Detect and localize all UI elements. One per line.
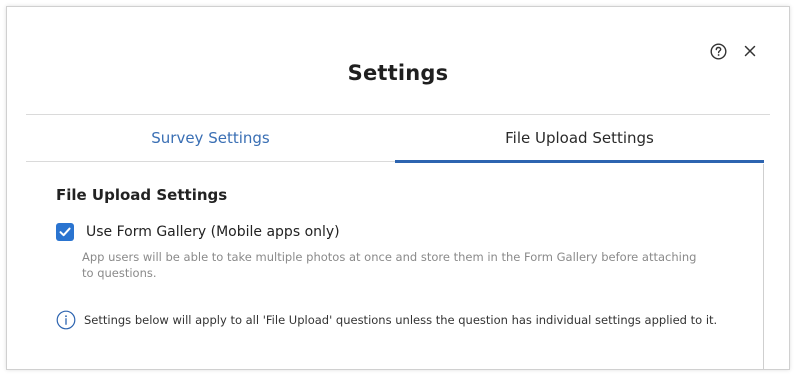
info-note: Settings below will apply to all 'File U… [56,310,717,330]
form-gallery-helper-text: App users will be able to take multiple … [82,250,697,280]
settings-tabs: Survey Settings File Upload Settings [26,115,764,163]
section-title: File Upload Settings [56,186,228,204]
panel-scrollbar[interactable] [763,164,764,369]
dialog-header-actions [709,42,759,60]
settings-dialog: Settings Survey Settings File Upload Set… [6,6,790,370]
dialog-title: Settings [347,61,449,85]
form-gallery-label[interactable]: Use Form Gallery (Mobile apps only) [86,224,340,240]
tab-panel-file-upload: File Upload Settings Use Form Gallery (M… [26,164,764,369]
help-icon[interactable] [709,42,727,60]
tab-survey-settings[interactable]: Survey Settings [26,115,395,161]
info-note-text: Settings below will apply to all 'File U… [84,313,718,327]
checkmark-icon [59,227,71,237]
form-gallery-checkbox[interactable] [56,223,74,241]
tab-file-upload-settings[interactable]: File Upload Settings [395,115,764,163]
form-gallery-option: Use Form Gallery (Mobile apps only) [56,223,340,241]
close-icon[interactable] [741,42,759,60]
info-icon [56,310,76,330]
